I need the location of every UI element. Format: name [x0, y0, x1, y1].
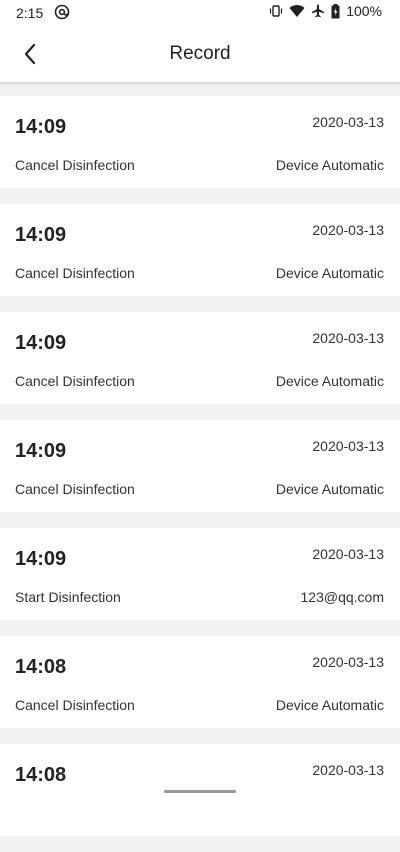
record-date: 2020-03-13 — [312, 114, 384, 130]
page-title: Record — [169, 43, 231, 64]
battery-icon — [331, 3, 340, 18]
record-action: Cancel Disinfection — [15, 697, 135, 713]
record-time: 14:08 — [15, 656, 67, 678]
record-item[interactable]: 14:08 2020-03-13 Cancel Disinfection Dev… — [0, 636, 400, 728]
app-bar: Record — [0, 26, 400, 82]
status-icons: 100% — [269, 3, 382, 19]
record-operator: Device Automatic — [275, 697, 384, 713]
home-indicator[interactable] — [164, 790, 236, 793]
record-operator: Device Automatic — [275, 265, 384, 281]
record-item[interactable]: 14:09 2020-03-13 Cancel Disinfection Dev… — [0, 312, 400, 404]
record-list[interactable]: 14:09 2020-03-13 Cancel Disinfection Dev… — [0, 96, 400, 852]
record-time: 14:09 — [15, 440, 67, 462]
record-item[interactable]: 14:09 2020-03-13 Cancel Disinfection Dev… — [0, 204, 400, 296]
record-time: 14:09 — [15, 224, 67, 246]
airplane-icon — [312, 4, 325, 18]
battery-percent: 100% — [346, 3, 382, 19]
record-item[interactable]: 14:09 2020-03-13 Cancel Disinfection Dev… — [0, 96, 400, 188]
record-operator: Device Automatic — [275, 373, 384, 389]
record-date: 2020-03-13 — [312, 330, 384, 346]
status-time: 2:15 — [16, 5, 44, 21]
record-time: 14:08 — [15, 764, 67, 786]
record-operator: Device Automatic — [275, 157, 384, 173]
wifi-icon — [289, 5, 305, 18]
record-item[interactable]: 14:09 2020-03-13 Start Disinfection 123@… — [0, 528, 400, 620]
record-date: 2020-03-13 — [312, 762, 384, 778]
record-action: Start Disinfection — [15, 589, 121, 605]
record-action: Cancel Disinfection — [15, 481, 135, 497]
record-time: 14:09 — [15, 548, 67, 570]
record-date: 2020-03-13 — [312, 222, 384, 238]
record-operator: 123@qq.com — [300, 589, 384, 605]
record-action: Cancel Disinfection — [15, 373, 135, 389]
record-date: 2020-03-13 — [312, 546, 384, 562]
record-operator: Device Automatic — [275, 481, 384, 497]
record-item[interactable]: 14:09 2020-03-13 Cancel Disinfection Dev… — [0, 420, 400, 512]
record-action: Cancel Disinfection — [15, 157, 135, 173]
at-sign-icon — [54, 4, 70, 20]
record-time: 14:09 — [15, 332, 67, 354]
status-bar: 2:15 100% — [0, 0, 400, 26]
record-action: Cancel Disinfection — [15, 265, 135, 281]
record-date: 2020-03-13 — [312, 654, 384, 670]
record-date: 2020-03-13 — [312, 438, 384, 454]
record-time: 14:09 — [15, 116, 67, 138]
vibrate-icon — [270, 5, 283, 17]
